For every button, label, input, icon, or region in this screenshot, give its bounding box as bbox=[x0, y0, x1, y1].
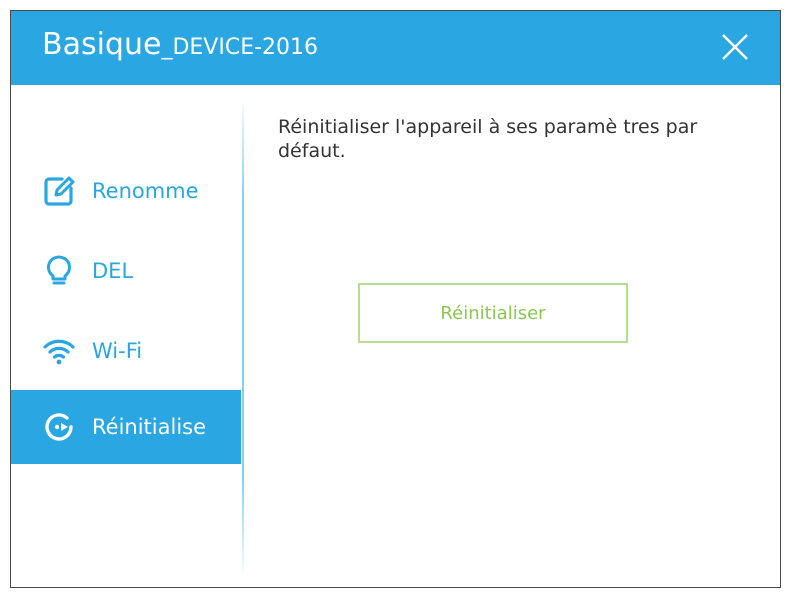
bulb-icon bbox=[41, 253, 77, 289]
reset-description: Réinitialiser l'appareil à ses paramè tr… bbox=[278, 116, 698, 162]
sidebar-item-label: DEL bbox=[92, 259, 134, 283]
close-icon bbox=[722, 34, 748, 60]
sidebar-item-label: Renomme bbox=[92, 179, 199, 203]
window-title-device: _DEVICE-2016 bbox=[161, 35, 319, 60]
reset-button[interactable]: Réinitialiser bbox=[358, 283, 628, 343]
edit-icon bbox=[41, 173, 77, 209]
window-title-main: Basique bbox=[42, 27, 162, 62]
close-button[interactable] bbox=[720, 32, 750, 62]
sidebar-item-wifi[interactable]: Wi-Fi bbox=[11, 314, 241, 388]
sidebar: Renomme DEL Wi-Fi Réinitialise bbox=[11, 85, 241, 587]
sidebar-item-label: Réinitialise bbox=[92, 415, 207, 439]
sidebar-divider bbox=[242, 103, 244, 573]
device-settings-dialog: Basique_DEVICE-2016 Renomme DEL Wi-Fi Ré… bbox=[10, 10, 781, 588]
wifi-icon bbox=[41, 333, 77, 369]
window-title: Basique_DEVICE-2016 bbox=[42, 27, 318, 62]
sidebar-item-rename[interactable]: Renomme bbox=[11, 154, 241, 228]
sidebar-item-led[interactable]: DEL bbox=[11, 234, 241, 308]
sidebar-item-label: Wi-Fi bbox=[92, 339, 143, 363]
title-bar: Basique_DEVICE-2016 bbox=[11, 11, 780, 85]
reset-icon bbox=[41, 409, 77, 445]
sidebar-item-reset[interactable]: Réinitialise bbox=[11, 390, 241, 464]
